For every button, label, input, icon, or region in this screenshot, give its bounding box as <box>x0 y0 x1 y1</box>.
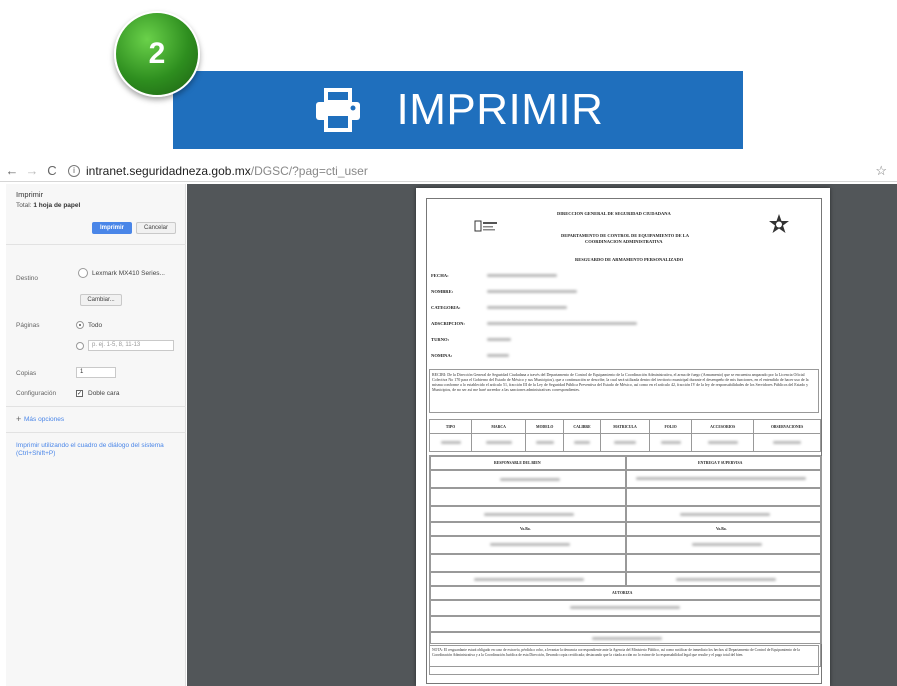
duplex-label: Doble cara <box>88 390 120 397</box>
print-button[interactable]: Imprimir <box>92 222 132 234</box>
info-icon[interactable]: i <box>68 164 80 177</box>
copies-label: Copias <box>16 370 37 377</box>
printer-device-icon <box>78 268 88 278</box>
table-header: FOLIO <box>649 419 693 434</box>
pages-all-radio[interactable] <box>76 321 84 329</box>
grid-cell <box>430 488 626 506</box>
redacted-value <box>676 578 776 581</box>
pages-range-input[interactable]: p. ej. 1-5, 8, 11-13 <box>88 340 174 351</box>
redacted-value <box>487 354 509 357</box>
entrega-label: ENTREGA Y SUPERVISA <box>698 461 743 465</box>
table-header-row: TIPO MARCA MODELO CALIBRE MATRICULA FOLI… <box>428 419 821 434</box>
table-header: CALIBRE <box>563 419 601 434</box>
pages-custom-radio[interactable] <box>76 342 84 350</box>
redacted-value <box>487 338 511 341</box>
redacted-value <box>490 543 570 546</box>
url-host: intranet.seguridadneza.gob.mx <box>86 163 251 178</box>
field-categoria: CATEGORIA: <box>431 305 461 310</box>
field-nombre: NOMBRE: <box>431 289 454 294</box>
field-nomina: NOMINA: <box>431 353 453 358</box>
print-dialog-title: Imprimir <box>16 190 44 199</box>
signature-grid: RESPONSABLE DEL BIEN ENTREGA Y SUPERVISA… <box>429 455 822 667</box>
divider <box>6 244 186 245</box>
municipal-logo-icon <box>474 220 497 232</box>
redacted-value <box>484 513 574 516</box>
forward-icon[interactable]: → <box>24 163 40 178</box>
print-banner: IMPRIMIR <box>173 71 743 149</box>
grid-cell <box>626 554 822 572</box>
grid-cell <box>626 470 822 488</box>
redacted-value <box>592 637 662 640</box>
print-settings-panel: Imprimir Total: 1 hoja de papel Imprimir… <box>6 184 186 686</box>
field-turno: TURNO: <box>431 337 450 342</box>
plus-icon[interactable]: + <box>16 414 21 424</box>
pages-label: Páginas <box>16 322 40 329</box>
printer-name[interactable]: Lexmark MX410 Series... <box>92 270 165 277</box>
copies-input[interactable]: 1 <box>76 367 116 378</box>
system-dialog-link[interactable]: Imprimir utilizando el cuadro de diálogo… <box>16 442 176 458</box>
redacted-value <box>570 606 680 609</box>
table-header: MARCA <box>471 419 527 434</box>
autoriza-label: AUTORIZA <box>612 591 633 595</box>
table-header: OBSERVACIONES <box>753 419 821 434</box>
grid-cell <box>430 470 626 488</box>
change-destination-button[interactable]: Cambiar... <box>80 294 122 306</box>
vobo-right-label: Vo.Bo. <box>716 527 727 531</box>
preview-page: DIRECCION GENERAL DE SEGURIDAD CIUDADANA… <box>416 188 830 686</box>
table-header: ACCESORIOS <box>691 419 755 434</box>
field-fecha: FECHA: <box>431 273 449 278</box>
browser-window: ← → C i intranet.seguridadneza.gob.mx /D… <box>0 160 897 686</box>
equipment-table: TIPO MARCA MODELO CALIBRE MATRICULA FOLI… <box>428 419 821 452</box>
redacted-value <box>487 306 567 309</box>
url-field[interactable]: i intranet.seguridadneza.gob.mx /DGSC/?p… <box>68 162 840 180</box>
doc-title: RESGUARDO DE ARMAMENTO PERSONALIZADO <box>575 257 684 262</box>
step-number-badge: 2 <box>114 11 200 97</box>
table-header: MODELO <box>525 419 565 434</box>
total-sheets: Total: 1 hoja de papel <box>16 202 80 209</box>
table-row <box>428 433 821 452</box>
responsable-label: RESPONSABLE DEL BIEN <box>494 461 541 465</box>
field-adscripcion: ADSCRIPCION: <box>431 321 465 326</box>
divider <box>6 406 186 407</box>
divider <box>6 432 186 433</box>
redacted-value <box>487 290 577 293</box>
pages-all-label: Todo <box>88 322 103 329</box>
total-value: 1 hoja de papel <box>33 202 81 209</box>
doc-nota: NOTA: El resguardante estará obligado en… <box>429 645 819 675</box>
cancel-button[interactable]: Cancelar <box>136 222 176 234</box>
redacted-value <box>487 322 637 325</box>
total-prefix: Total: <box>16 202 32 209</box>
doc-paragraph: RECIBI: De la Dirección General de Segur… <box>429 369 819 413</box>
table-header: TIPO <box>428 419 473 434</box>
bookmark-star-icon[interactable]: ☆ <box>875 163 887 179</box>
resguardo-document: DIRECCION GENERAL DE SEGURIDAD CIUDADANA… <box>426 198 822 684</box>
duplex-checkbox[interactable]: ✓ <box>76 390 83 397</box>
redacted-value <box>474 578 584 581</box>
reload-icon[interactable]: C <box>44 163 60 178</box>
grid-cell <box>430 616 822 632</box>
table-header: MATRICULA <box>599 419 651 434</box>
police-star-icon <box>769 214 789 233</box>
redacted-value <box>487 274 557 277</box>
grid-cell <box>430 554 626 572</box>
redacted-value <box>680 513 770 516</box>
url-path: /DGSC/?pag=cti_user <box>250 163 368 178</box>
vobo-left-label: Vo.Bo. <box>520 527 531 531</box>
grid-cell <box>626 488 822 506</box>
back-icon[interactable]: ← <box>4 163 20 178</box>
doc-header-2: DEPARTAMENTO DE CONTROL DE EQUIPAMIENTO … <box>561 233 689 238</box>
destination-label: Destino <box>16 275 39 282</box>
doc-header-3: COORDINACION ADMINISTRATIVA <box>585 239 663 244</box>
redacted-value <box>692 543 762 546</box>
printer-icon <box>315 88 360 132</box>
banner-title: IMPRIMIR <box>396 85 604 134</box>
config-label: Configuración <box>16 390 57 397</box>
doc-header-1: DIRECCION GENERAL DE SEGURIDAD CIUDADANA <box>557 211 671 216</box>
address-bar: ← → C i intranet.seguridadneza.gob.mx /D… <box>0 160 897 182</box>
print-preview-area: DIRECCION GENERAL DE SEGURIDAD CIUDADANA… <box>187 184 897 686</box>
more-options-link[interactable]: Más opciones <box>24 416 64 423</box>
